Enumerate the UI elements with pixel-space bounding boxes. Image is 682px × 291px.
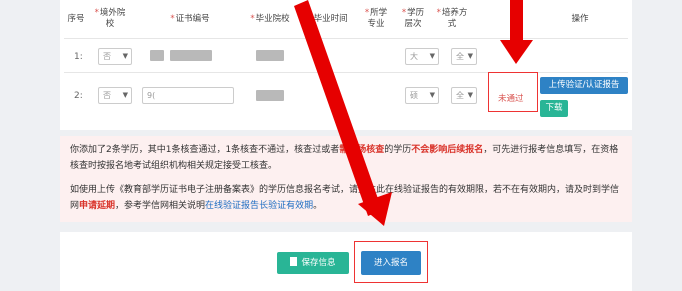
upload-report-button[interactable]: 上传验证/认证报告 [540,77,628,94]
col-operation: 操作 [571,14,589,24]
chevron-down-icon: ▼ [467,91,473,99]
col-index: 序号 [67,14,85,24]
notice-paragraph-1: 你添加了2条学历，其中1条核查通过，1条核查不通过，核查过或者需现场核查的学历不… [70,145,619,171]
download-button[interactable]: 下载 [540,100,568,117]
chevron-down-icon: ▼ [122,91,128,99]
chevron-down-icon: ▼ [429,91,435,99]
redacted-cert-no [150,50,164,61]
header-divider [64,38,628,39]
col-cert-no: *证书编号 [170,14,210,24]
cert-no-input[interactable]: 9( [142,87,234,104]
redacted-school [256,50,284,61]
row-index: 2: [74,91,83,101]
level-select[interactable]: 硕 ▼ [405,87,439,104]
row-index: 1: [74,52,83,62]
education-table: 序号 *境外院校 *证书编号 *毕业院校 *毕业时间 *所学专业 *学历层次 *… [60,0,632,130]
col-school: *毕业院校 [250,14,290,24]
enter-registration-button[interactable]: 进入报名 [361,251,421,275]
overseas-select[interactable]: 否 ▼ [98,87,132,104]
mode-select[interactable]: 全 ▼ [451,48,477,65]
col-grad-time: *毕业时间 [308,14,348,24]
overseas-select[interactable]: 否 ▼ [98,48,132,65]
col-mode: *培养方式 [436,8,468,29]
mode-select[interactable]: 全 ▼ [451,87,477,104]
online-report-link[interactable]: 在线验证报告 [205,201,259,211]
chevron-down-icon: ▼ [122,52,128,60]
redacted-cert-no [170,50,212,61]
col-level: *学历层次 [401,8,425,29]
notice-box: 你添加了2条学历，其中1条核查通过，1条核查不通过，核查过或者需现场核查的学历不… [60,136,632,222]
row-divider [64,72,628,73]
level-select[interactable]: 大 ▼ [405,48,439,65]
redacted-school [256,90,284,101]
actions-bar: 保存信息 进入报名 [60,232,632,291]
col-major: *所学专业 [364,8,388,29]
status-badge: 未通过 [498,94,524,104]
file-icon [290,257,298,266]
col-overseas: *境外院校 [94,8,126,29]
chevron-down-icon: ▼ [429,52,435,60]
notice-paragraph-2: 如使用上传《教育部学历证书电子注册备案表》的学历信息报名考试，请关注此在线验证报… [70,185,620,211]
chevron-down-icon: ▼ [467,52,473,60]
save-info-button[interactable]: 保存信息 [277,252,349,274]
